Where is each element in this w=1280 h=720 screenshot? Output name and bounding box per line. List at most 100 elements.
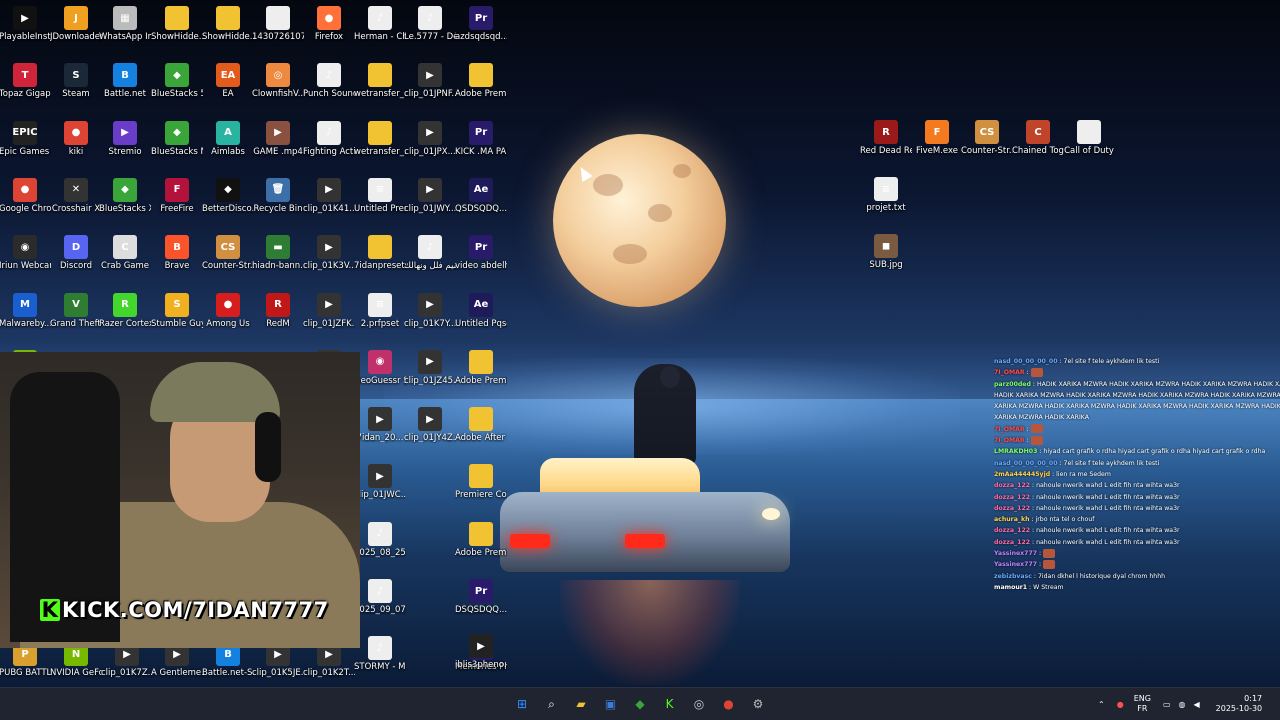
desktop-icon[interactable]: VGrand Theft Auto V bbox=[50, 292, 102, 329]
desktop-icon[interactable]: F FreeFire bbox=[151, 177, 203, 214]
desktop-icon[interactable]: Premiere Compos... bbox=[455, 464, 507, 500]
desktop-icon[interactable]: ◉GeoGuessr Steam E... bbox=[354, 349, 406, 386]
desktop-icon[interactable]: ▶ PlayableInst... bbox=[0, 6, 51, 42]
desktop-icon[interactable]: C Crab Game bbox=[99, 235, 151, 271]
desktop-icon[interactable]: ▶ clip_01K41... bbox=[303, 177, 355, 214]
desktop-icon[interactable]: R Razer Cortex bbox=[99, 292, 151, 329]
desktop-icon[interactable]: ≡Untitled Preset.prfpset bbox=[354, 177, 406, 214]
desktop-icon-label: Iriun Webcam bbox=[0, 261, 51, 272]
desktop-icon[interactable]: ▶ Stremio bbox=[99, 120, 151, 157]
desktop-icon[interactable]: D Discord bbox=[50, 235, 102, 271]
file-explorer-icon[interactable]: ▰ bbox=[571, 694, 591, 714]
desktop-icon[interactable]: R RedM bbox=[252, 292, 304, 329]
desktop-icon[interactable]: S Steam bbox=[50, 63, 102, 99]
desktop-icon[interactable]: ▦ WhatsApp Image 2025... bbox=[99, 6, 151, 42]
desktop-icon[interactable]: ▶ iblis3phenо... bbox=[455, 634, 507, 670]
desktop-icon[interactable]: ◆ BetterDisco... bbox=[202, 177, 254, 214]
desktop-icon[interactable]: ♪ Herman - Changes ... bbox=[354, 6, 406, 42]
desktop-icon[interactable]: ▶ clip_01JWY... bbox=[404, 177, 456, 214]
desktop-icon[interactable]: SStumble Guys bbox=[151, 292, 203, 329]
chat-message: nasd_00_00_00_00 : 7el site f tele aykhd… bbox=[994, 458, 1280, 469]
language-switcher[interactable]: ENG FR bbox=[1134, 694, 1151, 714]
desktop-icon-label: SUB.jpg bbox=[869, 260, 903, 270]
desktop-icon[interactable]: Pr azdsqdsqd... bbox=[455, 6, 507, 42]
kick-icon[interactable]: K bbox=[660, 694, 680, 714]
desktop-icon[interactable]: EPICEpic Games Launcher bbox=[0, 120, 51, 157]
desktop-icon[interactable]: Adobe Premiere P... bbox=[455, 349, 507, 386]
desktop-icon[interactable]: ▶ clip_01K7Y... bbox=[404, 292, 456, 329]
desktop-icon[interactable]: M Malwareby... bbox=[0, 292, 51, 329]
desktop-icon[interactable]: ◆ BlueStacks 5 bbox=[151, 63, 203, 99]
desktop-icon[interactable]: B Battle.net bbox=[99, 63, 151, 99]
desktop-icon[interactable]: ▶ clip_01JZFK... bbox=[303, 292, 355, 329]
desktop-icon[interactable]: ◉Iriun Webcam bbox=[0, 235, 51, 271]
desktop-icon[interactable]: ≡ 2.prfpset bbox=[354, 292, 406, 329]
desktop-icon[interactable]: ▶ clip_01JPX... bbox=[404, 120, 456, 157]
desktop-icon[interactable]: Adobe Premiere P... bbox=[455, 63, 507, 99]
desktop-icon[interactable]: ShowHidde... bbox=[151, 6, 203, 42]
desktop-icon[interactable]: ♪2025_08_25... bbox=[354, 521, 406, 558]
bluestacks-icon[interactable]: ◆ bbox=[630, 694, 650, 714]
desktop-icon[interactable]: ▶ 7idan_20... bbox=[354, 407, 406, 443]
desktop-icon[interactable]: ♪ Le.5777 - Déprimé T... bbox=[404, 6, 456, 42]
desktop-icon[interactable]: ◼ SUB.jpg bbox=[860, 234, 912, 270]
desktop-icon[interactable]: B Brave bbox=[151, 235, 203, 271]
desktop-icon[interactable]: wetransfer_... bbox=[354, 63, 406, 99]
desktop-icon[interactable]: CS Counter-Str... bbox=[202, 235, 254, 271]
desktop-icon[interactable]: ▶ clip_01JWC... bbox=[354, 464, 406, 500]
desktop-icon[interactable]: F FiveM.exe bbox=[911, 120, 963, 156]
desktop-icon[interactable]: Ae QSDSQDQ... bbox=[455, 177, 507, 214]
obs-icon[interactable]: ◎ bbox=[689, 694, 709, 714]
clock[interactable]: 0:17 2025-10-30 bbox=[1216, 694, 1263, 714]
windows-start-icon[interactable]: ⊞ bbox=[512, 694, 532, 714]
desktop-icon[interactable]: ◆BlueStacks Multi-Insta... bbox=[151, 120, 203, 157]
desktop-icon[interactable]: TTopaz Gigapixel AI bbox=[0, 63, 51, 99]
desktop-icon[interactable]: ▶ GAME .mp4 bbox=[252, 120, 304, 157]
desktop-icon[interactable]: ◆ BlueStacks X bbox=[99, 177, 151, 214]
desktop-icon[interactable]: PrKICK .MA PART 2.prproj bbox=[455, 120, 507, 157]
desktop-icon[interactable]: J JDownloader 2 bbox=[50, 6, 102, 42]
globe-icon[interactable]: ◍ bbox=[1179, 700, 1186, 709]
desktop-icon[interactable]: wetransfer_... bbox=[354, 120, 406, 157]
desktop-icon[interactable]: ▶ clip_01K3V... bbox=[303, 235, 355, 271]
desktop-icon[interactable]: R Red Dead Redempti... bbox=[860, 120, 912, 156]
volume-icon[interactable]: ◀ bbox=[1193, 700, 1199, 709]
desktop-icon[interactable]: ♪تصميم فلل ونهالك.mp3 bbox=[404, 235, 456, 271]
desktop-icon[interactable]: 7idanpresets bbox=[354, 235, 406, 271]
desktop-icon[interactable]: ▬ hiadn-bann... bbox=[252, 235, 304, 271]
desktop-icon[interactable]: ▶ clip_01JY4Z... bbox=[404, 407, 456, 443]
desktop-icon[interactable]: Prvideo abdelha... bbox=[455, 235, 507, 271]
desktop-icon[interactable]: A Aimlabs bbox=[202, 120, 254, 157]
desktop-icon[interactable]: ≡ projet.txt bbox=[860, 177, 912, 213]
chrome-icon[interactable]: ● bbox=[719, 694, 739, 714]
desktop-icon[interactable]: ▶ clip_01JPNF... bbox=[404, 63, 456, 99]
desktop-icon[interactable]: 🗑 Recycle Bin bbox=[252, 177, 304, 214]
desktop-icon[interactable]: Adobe Premiere P... bbox=[455, 521, 507, 558]
desktop-icon[interactable]: EA EA bbox=[202, 63, 254, 99]
desktop-icon[interactable]: ●Google Chrome bbox=[0, 177, 51, 214]
desktop-icon[interactable]: ♪Fighting Action No ... bbox=[303, 120, 355, 157]
desktop-icon[interactable]: ▶ clip_01JZ45... bbox=[404, 349, 456, 386]
desktop-icon[interactable]: ◎ ClownfishV... bbox=[252, 63, 304, 99]
desktop-icon[interactable]: ♪ 2025_09_07... bbox=[354, 579, 406, 615]
desktop-icon[interactable]: ShowHidde... bbox=[202, 6, 254, 42]
desktop-icon[interactable]: ✕ Crosshair X bbox=[50, 177, 102, 214]
desktop-icon[interactable]: ● kiki bbox=[50, 120, 102, 157]
store-icon[interactable]: ▣ bbox=[601, 694, 621, 714]
desktop-icon[interactable]: C Chained Together bbox=[1012, 120, 1064, 156]
search-icon[interactable]: ⌕ bbox=[542, 694, 562, 714]
desktop-icon[interactable]: CS Counter-Str... 2 bbox=[961, 120, 1013, 156]
desktop-icon[interactable]: Adobe After Effects Au... bbox=[455, 407, 507, 443]
desktop-icon[interactable]: ♪Punch Sound Effect..mp3 bbox=[303, 63, 355, 99]
settings-icon[interactable]: ⚙ bbox=[748, 694, 768, 714]
network-icon[interactable]: ▭ bbox=[1163, 700, 1171, 709]
desktop-icon[interactable]: AeUntitled Pqsdroject.... bbox=[455, 292, 507, 329]
desktop-icon[interactable]: Pr DSQSDQQ... bbox=[455, 579, 507, 615]
desktop-icon[interactable]: 1430726107... bbox=[252, 6, 304, 42]
desktop-icon[interactable]: ● Among Us bbox=[202, 292, 254, 329]
desktop-icon[interactable]: Call of Duty bbox=[1063, 120, 1115, 156]
microphone-icon[interactable]: ● bbox=[1117, 700, 1124, 709]
desktop-icon[interactable]: ♪STORMY - MOON (M... bbox=[354, 636, 406, 672]
chevron-up-icon[interactable]: ⌃ bbox=[1098, 700, 1105, 709]
desktop-icon[interactable]: ● Firefox bbox=[303, 6, 355, 42]
